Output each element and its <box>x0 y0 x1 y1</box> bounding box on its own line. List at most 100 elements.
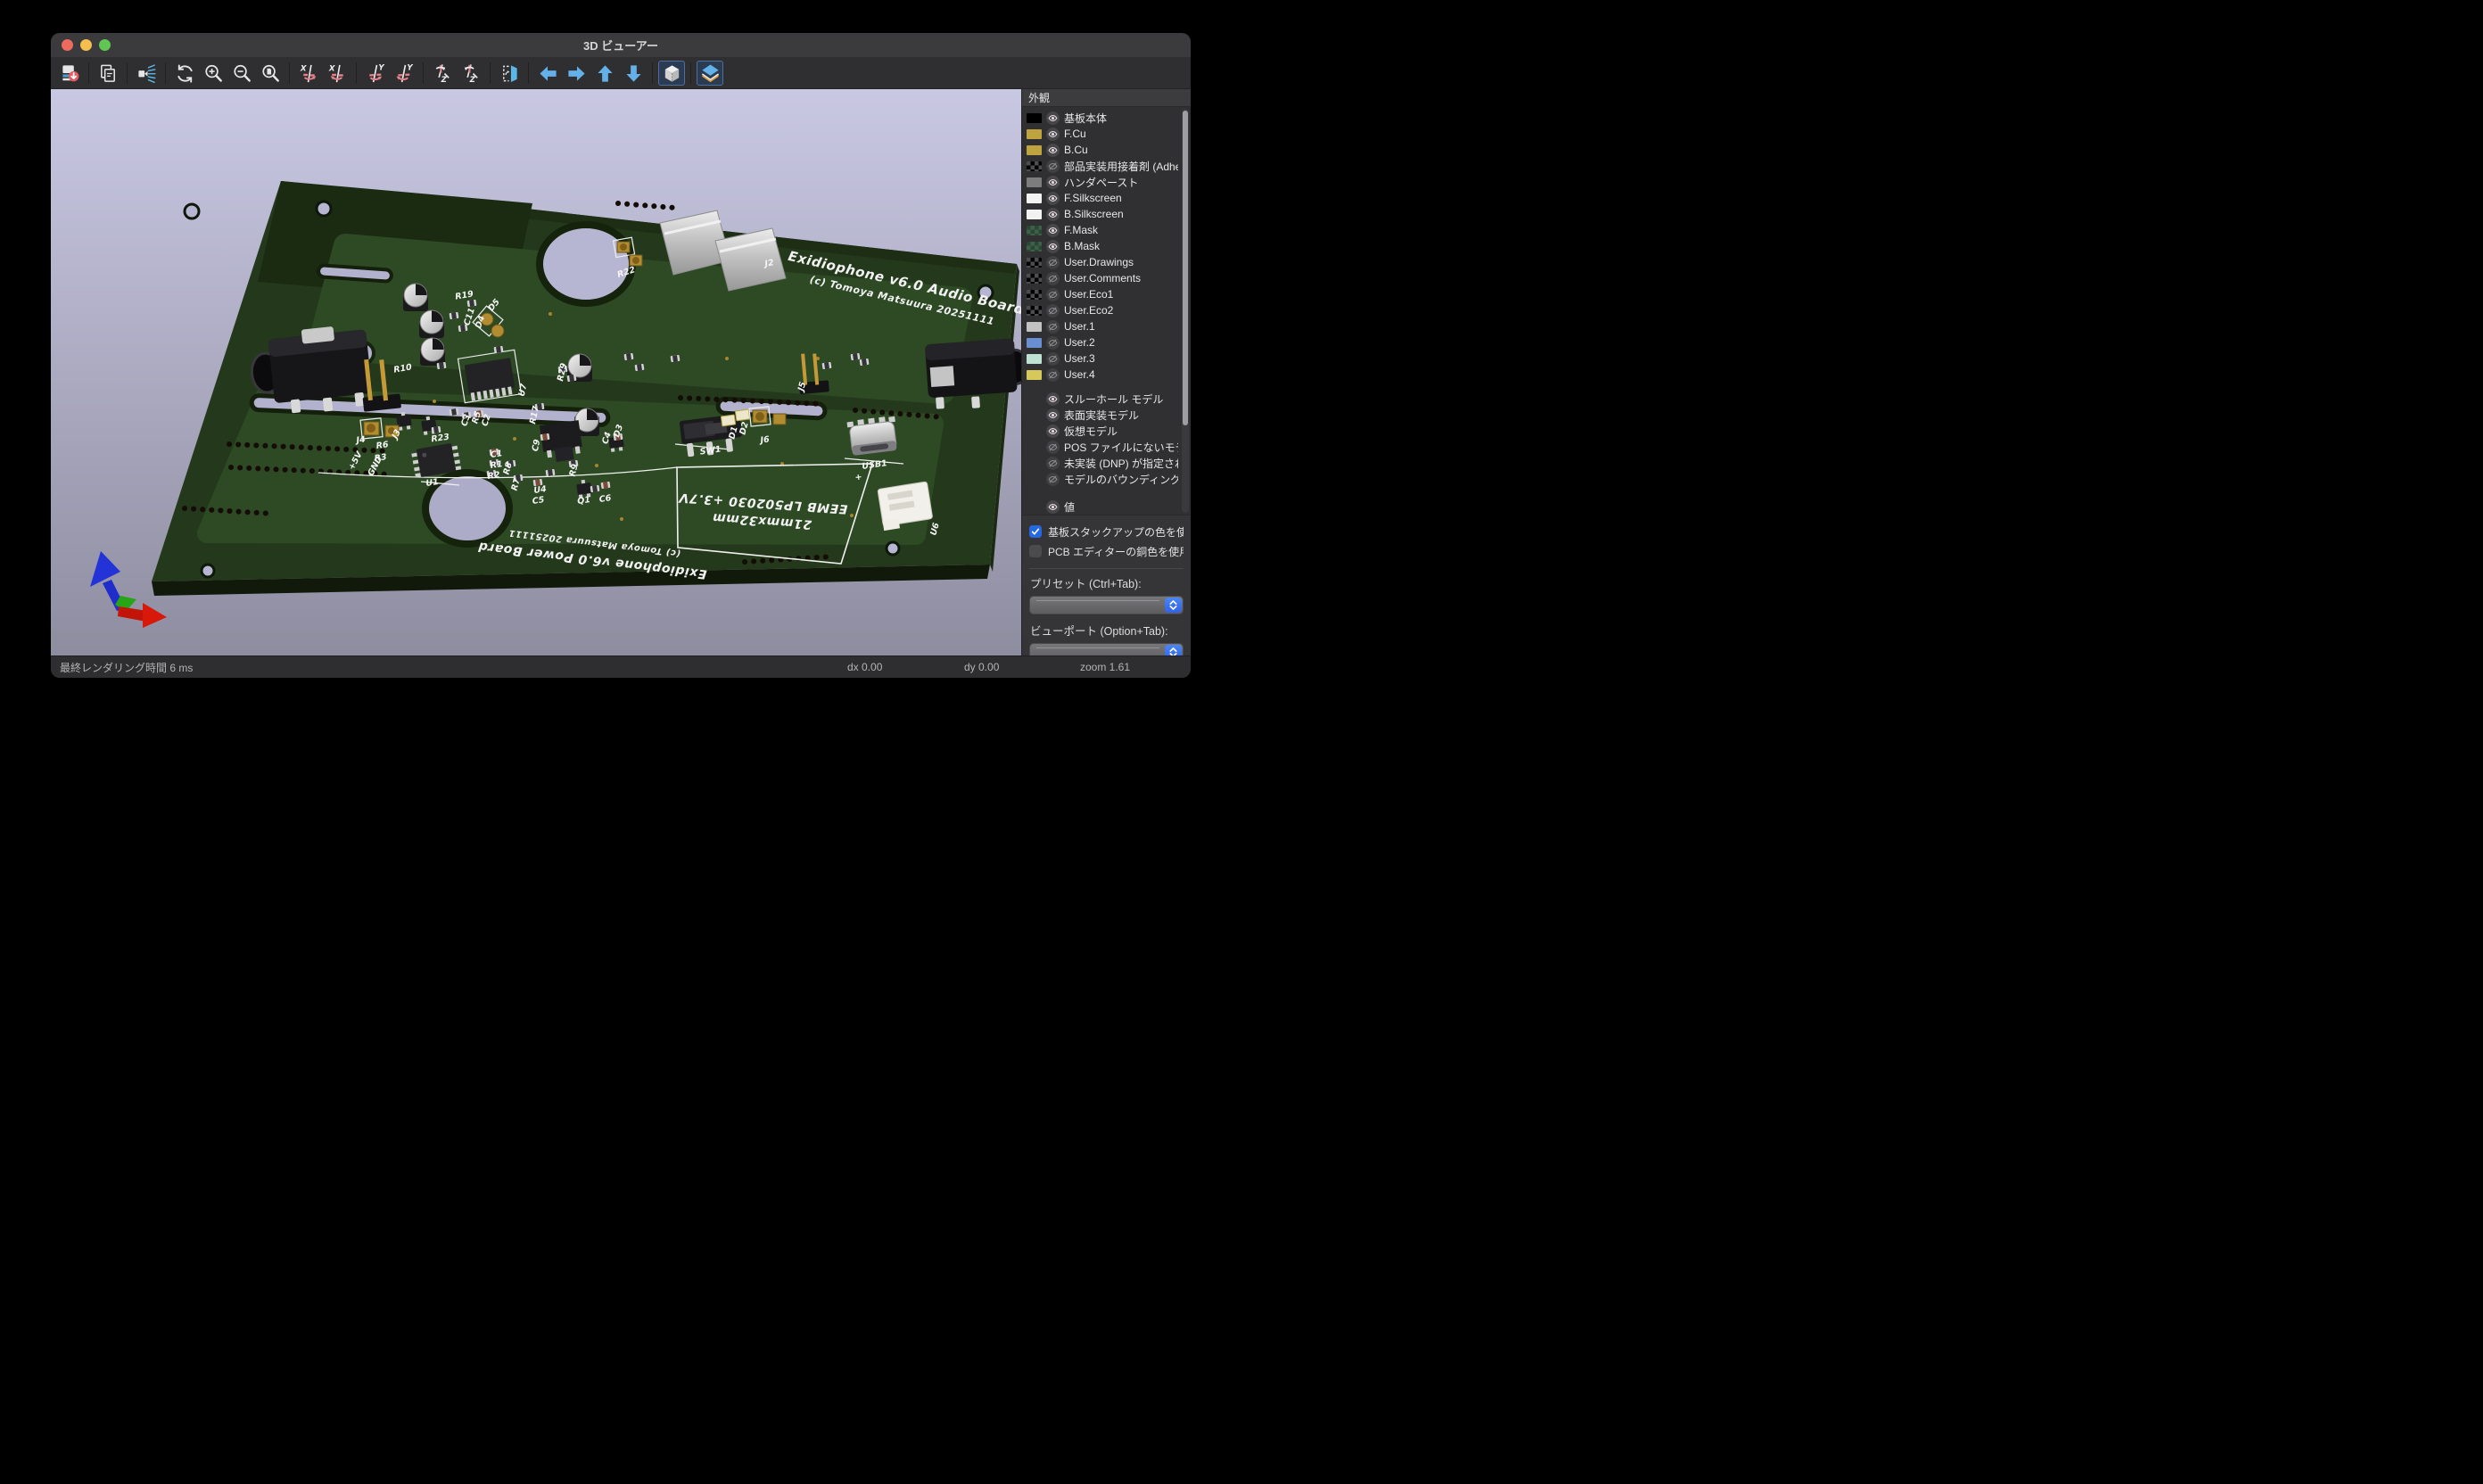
scrollbar[interactable] <box>1182 109 1189 513</box>
rotate-x-clockwise-icon[interactable]: X <box>295 61 322 86</box>
layer-row[interactable]: モデルのバウンディングボッ <box>1027 471 1178 487</box>
layer-row[interactable]: スルーホール モデル <box>1027 391 1178 407</box>
layer-color-swatch[interactable] <box>1027 226 1042 235</box>
layer-row[interactable]: 値 <box>1027 499 1178 515</box>
layer-row[interactable]: 部品実装用接着剤 (Adhes <box>1027 158 1178 174</box>
layer-color-swatch[interactable] <box>1027 274 1042 284</box>
visibility-off-icon[interactable] <box>1046 368 1060 382</box>
layer-color-swatch[interactable] <box>1027 194 1042 203</box>
redraw-icon[interactable] <box>171 61 198 86</box>
visibility-on-icon[interactable] <box>1046 176 1060 189</box>
checkbox-use-pcb-editor-copper-color[interactable]: PCB エディターの銅色を使用 <box>1029 541 1184 561</box>
visibility-off-icon[interactable] <box>1046 320 1060 334</box>
visibility-on-icon[interactable] <box>1046 144 1060 157</box>
layer-row[interactable]: 未実装 (DNP) が指定された <box>1027 455 1178 471</box>
layer-row[interactable]: User.Eco1 <box>1027 286 1178 302</box>
visibility-on-icon[interactable] <box>1046 240 1060 253</box>
toolbar-separator <box>652 62 653 84</box>
layer-row[interactable]: F.Cu <box>1027 126 1178 142</box>
layer-color-swatch[interactable] <box>1027 258 1042 268</box>
visibility-off-icon[interactable] <box>1046 256 1060 269</box>
layer-color-swatch[interactable] <box>1027 306 1042 316</box>
layer-color-swatch[interactable] <box>1027 242 1042 251</box>
visibility-off-icon[interactable] <box>1046 457 1060 470</box>
move-up-icon[interactable] <box>591 61 618 86</box>
svg-text:Z: Z <box>468 76 475 84</box>
layer-color-swatch[interactable] <box>1027 338 1042 348</box>
reload-board-icon[interactable] <box>56 61 83 86</box>
layer-row[interactable]: 表面実装モデル <box>1027 407 1178 423</box>
rotate-z-counterclockwise-icon[interactable]: Z <box>458 61 484 86</box>
visibility-off-icon[interactable] <box>1046 160 1060 173</box>
layer-row[interactable]: User.4 <box>1027 367 1178 383</box>
visibility-off-icon[interactable] <box>1046 352 1060 366</box>
layer-row[interactable]: B.Cu <box>1027 142 1178 158</box>
visibility-on-icon[interactable] <box>1046 392 1060 406</box>
layer-color-swatch[interactable] <box>1027 322 1042 332</box>
layer-row[interactable]: B.Mask <box>1027 238 1178 254</box>
layer-color-swatch[interactable] <box>1027 370 1042 380</box>
scrollbar-thumb[interactable] <box>1183 111 1188 425</box>
layer-row[interactable]: POS ファイルにないモデル <box>1027 439 1178 455</box>
visibility-on-icon[interactable] <box>1046 208 1060 221</box>
layer-row[interactable]: User.Drawings <box>1027 254 1178 270</box>
rotate-z-clockwise-icon[interactable]: Z <box>429 61 456 86</box>
layer-color-swatch[interactable] <box>1027 113 1042 123</box>
3d-viewport[interactable]: .silk text{fill:#f2f2f2;font-family:"Dej… <box>51 89 1021 655</box>
layer-color-swatch[interactable] <box>1027 161 1042 171</box>
zoom-out-icon[interactable] <box>228 61 255 86</box>
visibility-off-icon[interactable] <box>1046 473 1060 486</box>
visibility-off-icon[interactable] <box>1046 336 1060 350</box>
preset-dropdown[interactable] <box>1029 596 1184 614</box>
visibility-on-icon[interactable] <box>1046 128 1060 141</box>
visibility-on-icon[interactable] <box>1046 224 1060 237</box>
layer-color-swatch[interactable] <box>1027 177 1042 187</box>
layer-row[interactable]: F.Silkscreen <box>1027 190 1178 206</box>
visibility-off-icon[interactable] <box>1046 441 1060 454</box>
minimize-button[interactable] <box>80 39 92 51</box>
layer-color-swatch[interactable] <box>1027 129 1042 139</box>
checkbox-checked-icon[interactable] <box>1029 525 1042 538</box>
rotate-y-clockwise-icon[interactable]: Y <box>362 61 389 86</box>
flip-board-icon[interactable] <box>496 61 523 86</box>
layer-color-swatch[interactable] <box>1027 354 1042 364</box>
layer-color-swatch[interactable] <box>1027 210 1042 219</box>
move-left-icon[interactable] <box>534 61 561 86</box>
close-button[interactable] <box>62 39 73 51</box>
orthographic-projection-icon[interactable] <box>658 61 685 86</box>
visibility-off-icon[interactable] <box>1046 288 1060 301</box>
layer-row[interactable]: 仮想モデル <box>1027 423 1178 439</box>
render-current-view-icon[interactable] <box>133 61 160 86</box>
checkbox-unchecked-icon[interactable] <box>1029 545 1042 557</box>
layer-row[interactable]: User.1 <box>1027 318 1178 334</box>
visibility-off-icon[interactable] <box>1046 304 1060 317</box>
layer-row[interactable]: B.Silkscreen <box>1027 206 1178 222</box>
visibility-on-icon[interactable] <box>1046 192 1060 205</box>
checkbox-use-stackup-colors[interactable]: 基板スタックアップの色を使用 <box>1029 522 1184 541</box>
layer-color-swatch[interactable] <box>1027 290 1042 300</box>
rotate-x-counterclockwise-icon[interactable]: X <box>324 61 351 86</box>
layer-row[interactable]: User.Eco2 <box>1027 302 1178 318</box>
dropdown-stepper-icon[interactable] <box>1165 598 1182 613</box>
layer-row[interactable]: ハンダペースト <box>1027 174 1178 190</box>
layer-color-swatch[interactable] <box>1027 145 1042 155</box>
layer-row[interactable]: F.Mask <box>1027 222 1178 238</box>
layer-row[interactable]: 基板本体 <box>1027 110 1178 126</box>
layer-row[interactable]: User.3 <box>1027 350 1178 367</box>
show-appearance-manager-icon[interactable] <box>697 61 723 86</box>
layer-row[interactable]: User.Comments <box>1027 270 1178 286</box>
copy-image-icon[interactable] <box>95 61 121 86</box>
rotate-y-counterclockwise-icon[interactable]: Y <box>391 61 417 86</box>
zoom-button[interactable] <box>99 39 111 51</box>
zoom-in-icon[interactable] <box>200 61 227 86</box>
zoom-to-fit-icon[interactable] <box>257 61 284 86</box>
visibility-on-icon[interactable] <box>1046 111 1060 125</box>
layer-row[interactable]: User.2 <box>1027 334 1178 350</box>
visibility-on-icon[interactable] <box>1046 408 1060 422</box>
visibility-off-icon[interactable] <box>1046 272 1060 285</box>
move-down-icon[interactable] <box>620 61 647 86</box>
layer-label: POS ファイルにないモデル <box>1064 440 1178 455</box>
move-right-icon[interactable] <box>563 61 590 86</box>
visibility-on-icon[interactable] <box>1046 425 1060 438</box>
visibility-on-icon[interactable] <box>1046 500 1060 514</box>
